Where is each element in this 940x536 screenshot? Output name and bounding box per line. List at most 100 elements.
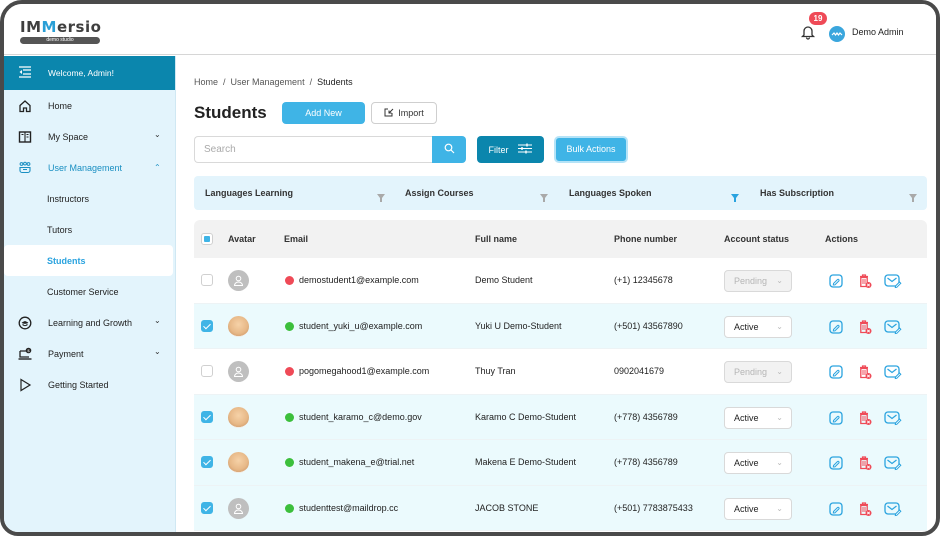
table-row: demostudent1@example.com Demo Student (+… xyxy=(194,258,927,304)
email-cell: student_karamo_c@demo.gov xyxy=(299,411,422,422)
funnel-icon[interactable] xyxy=(909,189,917,202)
sidebar-item-payment[interactable]: $ Payment ⌄ xyxy=(4,338,175,369)
account-status-select[interactable]: Active ⌄ xyxy=(724,315,792,338)
sidebar-item-learning-and-growth[interactable]: Learning and Growth ⌄ xyxy=(4,307,175,338)
phone-cell: (+778) 4356789 xyxy=(614,457,678,467)
row-checkbox[interactable] xyxy=(201,365,213,377)
edit-icon[interactable] xyxy=(827,272,845,290)
email-edit-icon[interactable] xyxy=(884,363,902,381)
chevron-up-icon[interactable]: ⌃ xyxy=(154,163,161,172)
account-status-select[interactable]: Active ⌄ xyxy=(724,406,792,429)
import-icon xyxy=(384,108,398,118)
import-button[interactable]: Import xyxy=(371,102,437,124)
user-name[interactable]: Demo Admin xyxy=(852,27,904,37)
sidebar-subitem-instructors[interactable]: Instructors xyxy=(4,183,175,214)
table-header: Avatar Email Full name Phone number Acco… xyxy=(194,220,927,258)
sidebar-welcome[interactable]: Welcome, Admin! xyxy=(4,56,175,90)
row-checkbox[interactable] xyxy=(201,274,213,286)
edit-icon[interactable] xyxy=(827,363,845,381)
sidebar-subitem-tutors[interactable]: Tutors xyxy=(4,214,175,245)
email-edit-icon[interactable] xyxy=(884,409,902,427)
sliders-icon xyxy=(517,143,533,156)
row-checkbox[interactable] xyxy=(201,456,213,468)
chevron-down-icon[interactable]: ⌄ xyxy=(154,347,161,356)
column-phone: Phone number xyxy=(614,234,678,244)
table-row: studenttest@maildrop.cc JACOB STONE (+50… xyxy=(194,485,927,531)
filter-label: Filter xyxy=(488,144,509,155)
funnel-icon[interactable] xyxy=(377,189,385,202)
x-circle-icon xyxy=(285,367,294,376)
sidebar-item-my-space[interactable]: My Space ⌄ xyxy=(4,121,175,152)
email-edit-icon[interactable] xyxy=(884,500,902,518)
filter-assign-courses[interactable]: Assign Courses xyxy=(405,176,474,210)
sidebar-item-getting-started[interactable]: Getting Started xyxy=(4,369,175,400)
column-avatar: Avatar xyxy=(228,234,256,244)
bulk-actions-button[interactable]: Bulk Actions xyxy=(554,136,628,163)
email-edit-icon[interactable] xyxy=(884,454,902,472)
search-button[interactable] xyxy=(432,136,466,163)
filter-languages-spoken[interactable]: Languages Spoken xyxy=(569,176,652,210)
sidebar-item-user-management[interactable]: User Management ⌃ xyxy=(4,152,175,183)
edit-icon[interactable] xyxy=(827,500,845,518)
sidebar-subitem-customer-service[interactable]: Customer Service xyxy=(4,276,175,307)
sidebar-item-label: Home xyxy=(48,100,73,111)
edit-icon[interactable] xyxy=(827,409,845,427)
edit-icon[interactable] xyxy=(827,318,845,336)
play-icon xyxy=(18,377,32,392)
account-status-select[interactable]: Active ⌄ xyxy=(724,452,792,474)
delete-icon[interactable] xyxy=(856,272,874,290)
import-label: Import xyxy=(398,108,424,118)
table-row: student_makena_e@trial.net Makena E Demo… xyxy=(194,440,927,486)
filter-button[interactable]: Filter xyxy=(477,136,544,163)
sidebar-subitem-students[interactable]: Students xyxy=(4,245,173,276)
email-edit-icon[interactable] xyxy=(884,318,902,336)
delete-icon[interactable] xyxy=(856,363,874,381)
phone-cell: (+501) 43567890 xyxy=(614,320,683,331)
full-name-cell: Makena E Demo-Student xyxy=(475,457,577,467)
breadcrumb-user-management[interactable]: User Management xyxy=(231,77,305,87)
account-status-select[interactable]: Active ⌄ xyxy=(724,497,792,520)
full-name-cell: JACOB STONE xyxy=(475,502,539,513)
column-account-status: Account status xyxy=(724,234,790,244)
delete-icon[interactable] xyxy=(856,454,874,472)
menu-collapse-icon[interactable] xyxy=(18,66,32,80)
full-name-cell: Karamo C Demo-Student xyxy=(475,411,577,422)
account-status-value: Active xyxy=(734,321,759,332)
row-checkbox[interactable] xyxy=(201,410,213,423)
delete-icon[interactable] xyxy=(856,500,874,518)
delete-icon[interactable] xyxy=(856,318,874,336)
sidebar-item-home[interactable]: Home xyxy=(4,90,175,121)
chevron-down-icon[interactable]: ⌄ xyxy=(154,130,161,139)
chevron-down-icon: ⌄ xyxy=(776,458,783,467)
search-input[interactable]: Search xyxy=(194,136,432,163)
check-circle-icon xyxy=(285,503,294,513)
email-edit-icon[interactable] xyxy=(884,272,902,290)
email-cell: student_makena_e@trial.net xyxy=(299,457,415,467)
chevron-down-icon[interactable]: ⌄ xyxy=(154,316,161,325)
sidebar-item-label: Payment xyxy=(48,348,84,359)
notification-badge: 19 xyxy=(809,12,827,25)
breadcrumb-home[interactable]: Home xyxy=(194,77,218,87)
account-status-value: Pending xyxy=(734,367,768,377)
row-checkbox[interactable] xyxy=(201,501,213,514)
bell-icon[interactable] xyxy=(800,24,816,40)
filter-languages-learning[interactable]: Languages Learning xyxy=(205,176,293,210)
logo[interactable]: IMMersio demo studio xyxy=(20,20,102,44)
add-new-button[interactable]: Add New xyxy=(282,102,365,124)
row-checkbox[interactable] xyxy=(201,319,213,332)
check-circle-icon xyxy=(285,321,294,331)
phone-cell: (+778) 4356789 xyxy=(614,411,678,422)
filter-has-subscription[interactable]: Has Subscription xyxy=(760,176,834,210)
chevron-down-icon: ⌄ xyxy=(776,412,783,422)
user-avatar[interactable] xyxy=(829,26,845,42)
funnel-icon[interactable] xyxy=(540,189,548,202)
delete-icon[interactable] xyxy=(856,409,874,427)
email-cell: demostudent1@example.com xyxy=(299,275,419,285)
payment-icon: $ xyxy=(18,347,32,361)
edit-icon[interactable] xyxy=(827,454,845,472)
account-status-select[interactable]: Pending ⌄ xyxy=(724,270,792,292)
select-all-checkbox[interactable] xyxy=(201,233,213,245)
chevron-down-icon: ⌄ xyxy=(776,276,783,285)
funnel-icon-active[interactable] xyxy=(731,189,739,202)
account-status-select[interactable]: Pending ⌄ xyxy=(724,361,792,383)
